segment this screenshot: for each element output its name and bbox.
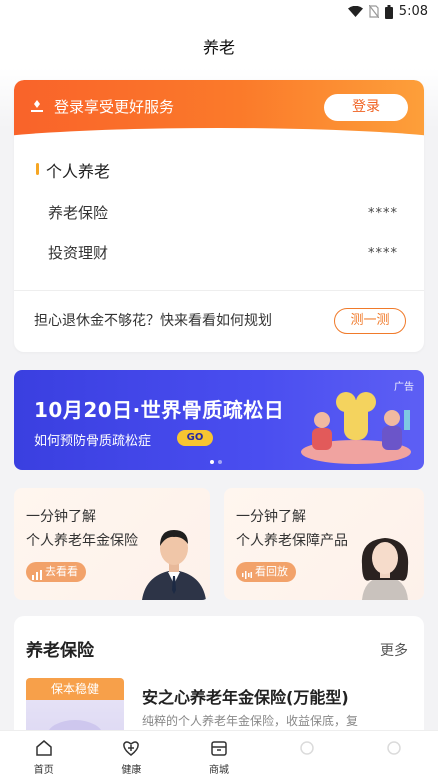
status-icons: 5:08 <box>347 4 428 19</box>
nav-label: 商城 <box>208 765 229 776</box>
retirement-worry-text: 担心退休金不够花？快来看看如何规划 <box>34 313 272 329</box>
login-button[interactable]: 登录 <box>324 94 408 121</box>
pension-annuity-card[interactable]: 一分钟了解 个人养老年金保险 去看看 <box>14 488 210 600</box>
login-bar[interactable]: 登录享受更好服务 登录 <box>14 80 424 136</box>
pension-product-card[interactable]: 一分钟了解 个人养老保障产品 看回放 <box>224 488 424 600</box>
row-label: 投资理财 <box>48 244 109 262</box>
divider <box>14 290 424 291</box>
carousel-dots <box>210 460 222 464</box>
woman-portrait <box>354 534 416 600</box>
shop-icon <box>209 738 229 758</box>
nav-label: 首页 <box>33 765 54 776</box>
wifi-icon <box>347 6 363 17</box>
product-description: 纯粹的个人养老年金保险，收益保底，复 <box>142 714 359 728</box>
carousel-dot <box>218 460 222 464</box>
pension-insurance-row[interactable]: 养老保险 **** <box>48 202 398 223</box>
banner-title: 10月20日·世界骨质疏松日 <box>34 398 285 422</box>
no-sim-icon <box>368 5 379 18</box>
button-label: 看回放 <box>255 565 288 578</box>
nav-label: 健康 <box>121 765 142 776</box>
card-line2: 个人养老年金保险 <box>26 533 138 549</box>
nav-home[interactable]: 首页 <box>0 731 88 780</box>
carousel-dot <box>210 460 214 464</box>
osteoporosis-banner[interactable]: 10月20日·世界骨质疏松日 如何预防骨质疏松症 GO 广告 <box>14 370 424 470</box>
row-value: **** <box>368 246 398 261</box>
test-button[interactable]: 测一测 <box>334 308 406 334</box>
product-name[interactable]: 安之心养老年金保险(万能型) <box>142 684 349 708</box>
status-bar: 5:08 <box>0 0 438 28</box>
bottom-navigation: 首页 健康 商城 <box>0 730 438 780</box>
card-line1: 一分钟了解 <box>26 509 96 525</box>
sound-wave-icon <box>242 567 252 579</box>
login-user-icon <box>28 97 46 115</box>
go-button[interactable]: GO <box>177 430 213 446</box>
more-link[interactable]: 更多 <box>380 640 408 660</box>
page-title: 养老 <box>0 28 438 68</box>
card-line2: 个人养老保障产品 <box>236 533 348 549</box>
replay-button[interactable]: 看回放 <box>236 562 296 582</box>
nav-item-4[interactable] <box>263 731 351 780</box>
home-icon <box>34 738 54 758</box>
man-portrait <box>142 526 206 600</box>
health-icon <box>121 738 141 758</box>
row-label: 养老保险 <box>48 204 109 222</box>
card-line1: 一分钟了解 <box>236 509 306 525</box>
nav-shop[interactable]: 商城 <box>175 731 263 780</box>
section-heading: 养老保险 <box>26 641 94 661</box>
status-time: 5:08 <box>398 4 428 19</box>
investment-row[interactable]: 投资理财 **** <box>48 242 398 263</box>
pension-insurance-section: 养老保险 更多 保本稳健 安之心养老年金保险(万能型) 纯粹的个人养老年金保险，… <box>14 616 424 748</box>
go-see-button[interactable]: 去看看 <box>26 562 86 582</box>
login-prompt: 登录享受更好服务 <box>54 98 175 116</box>
personal-title: 个人养老 <box>46 162 111 181</box>
button-label: 去看看 <box>45 565 78 578</box>
row-value: **** <box>368 206 398 221</box>
nav-health[interactable]: 健康 <box>88 731 176 780</box>
section-title: 个人养老 <box>36 158 110 182</box>
bar-chart-icon <box>32 567 42 580</box>
personal-pension-card: 登录享受更好服务 登录 个人养老 养老保险 **** 投资理财 **** 担心退… <box>14 80 424 352</box>
faded-icon <box>384 738 404 758</box>
ad-label: 广告 <box>394 382 414 393</box>
nav-item-5[interactable] <box>350 731 438 780</box>
banner-subtitle: 如何预防骨质疏松症 <box>34 434 152 449</box>
battery-icon <box>384 4 393 19</box>
faded-icon <box>297 738 317 758</box>
